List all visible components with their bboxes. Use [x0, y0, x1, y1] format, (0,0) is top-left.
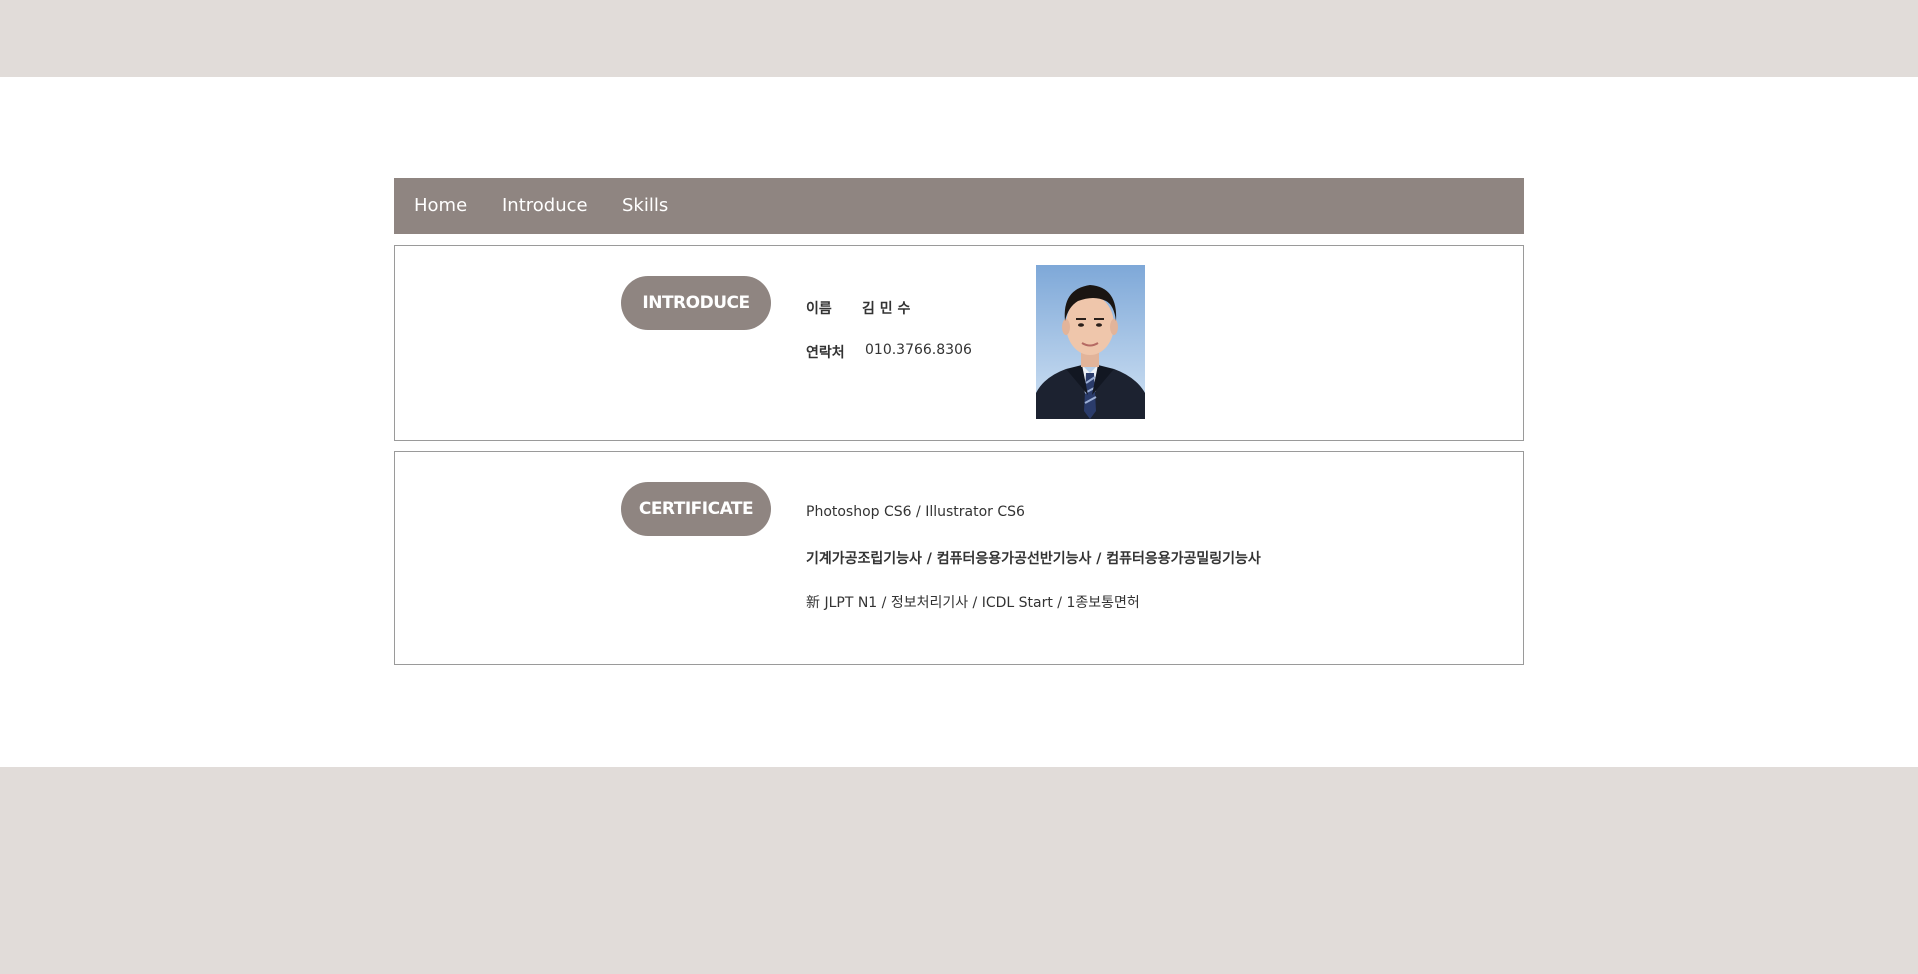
nav-introduce-link[interactable]: Introduce	[502, 178, 588, 234]
certificate-line: 기계가공조립기능사 / 컴퓨터응용가공선반기능사 / 컴퓨터응용가공밀링기능사	[806, 551, 1261, 567]
navbar: Home Introduce Skills	[394, 178, 1524, 234]
contact-label: 연락처	[806, 345, 845, 361]
certificate-panel: CERTIFICATE Photoshop CS6 / Illustrator …	[394, 451, 1524, 665]
certificate-line: 新 JLPT N1 / 정보처리기사 / ICDL Start / 1종보통면허	[806, 595, 1140, 611]
bottom-band	[0, 767, 1918, 974]
profile-photo	[1036, 265, 1145, 419]
introduce-panel: INTRODUCE 이름 김 민 수 연락처 010.3766.8306	[394, 245, 1524, 441]
profile-photo-portrait	[1036, 265, 1145, 419]
nav-home-link[interactable]: Home	[414, 178, 467, 234]
contact-value: 010.3766.8306	[865, 342, 972, 358]
certificate-line: Photoshop CS6 / Illustrator CS6	[806, 504, 1025, 520]
nav-skills-link[interactable]: Skills	[622, 178, 668, 234]
name-value: 김 민 수	[862, 301, 911, 317]
certificate-section-badge: CERTIFICATE	[621, 482, 771, 536]
introduce-section-badge: INTRODUCE	[621, 276, 771, 330]
top-band	[0, 0, 1918, 77]
name-label: 이름	[806, 301, 832, 317]
